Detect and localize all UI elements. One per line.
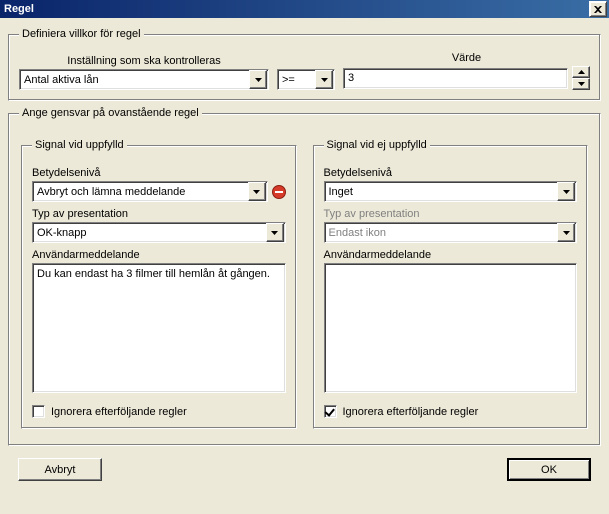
spin-down-button[interactable] bbox=[572, 78, 590, 90]
unfulfilled-message-textarea bbox=[324, 263, 578, 393]
unfulfilled-level-select[interactable]: Inget bbox=[324, 181, 578, 202]
rule-dialog: Regel Definiera villkor för regel Instäl… bbox=[0, 0, 609, 514]
chevron-down-icon bbox=[578, 82, 585, 86]
group-response: Ange gensvar på ovanstående regel Signal… bbox=[8, 107, 601, 446]
chevron-down-icon bbox=[563, 231, 570, 235]
dropdown-button[interactable] bbox=[248, 182, 266, 201]
group-fulfilled: Signal vid uppfylld Betydelsenivå Avbryt… bbox=[21, 139, 297, 429]
operator-spacer bbox=[277, 55, 335, 67]
titlebar: Regel bbox=[0, 0, 609, 18]
value-input-text: 3 bbox=[348, 72, 354, 84]
fulfilled-ignore-label: Ignorera efterföljande regler bbox=[51, 406, 187, 418]
unfulfilled-level-value: Inget bbox=[329, 186, 353, 198]
fulfilled-presentation-select[interactable]: OK-knapp bbox=[32, 222, 286, 243]
fulfilled-level-value: Avbryt och lämna meddelande bbox=[37, 186, 185, 198]
dropdown-button bbox=[557, 223, 575, 242]
dropdown-button[interactable] bbox=[266, 223, 284, 242]
group-define-condition: Definiera villkor för regel Inställning … bbox=[8, 28, 601, 101]
setting-label: Inställning som ska kontrolleras bbox=[19, 55, 269, 67]
value-label: Värde bbox=[343, 52, 590, 64]
dropdown-button[interactable] bbox=[315, 70, 333, 89]
group-define-legend: Definiera villkor för regel bbox=[19, 28, 144, 40]
fulfilled-level-select[interactable]: Avbryt och lämna meddelande bbox=[32, 181, 268, 202]
ok-button[interactable]: OK bbox=[507, 458, 591, 481]
chevron-down-icon bbox=[255, 78, 262, 82]
value-input[interactable]: 3 bbox=[343, 68, 568, 89]
setting-select-value: Antal aktiva lån bbox=[24, 74, 99, 86]
dropdown-button[interactable] bbox=[557, 182, 575, 201]
fulfilled-level-label: Betydelsenivå bbox=[32, 167, 286, 179]
fulfilled-message-textarea[interactable]: Du kan endast ha 3 filmer till hemlån åt… bbox=[32, 263, 286, 393]
group-response-legend: Ange gensvar på ovanstående regel bbox=[19, 107, 202, 119]
dropdown-button[interactable] bbox=[249, 70, 267, 89]
stop-icon bbox=[272, 185, 286, 199]
group-unfulfilled-legend: Signal vid ej uppfylld bbox=[324, 139, 430, 151]
chevron-up-icon bbox=[578, 70, 585, 74]
chevron-down-icon bbox=[563, 190, 570, 194]
unfulfilled-presentation-label: Typ av presentation bbox=[324, 208, 578, 220]
unfulfilled-presentation-select: Endast ikon bbox=[324, 222, 578, 243]
unfulfilled-ignore-label: Ignorera efterföljande regler bbox=[343, 406, 479, 418]
group-unfulfilled: Signal vid ej uppfylld Betydelsenivå Ing… bbox=[313, 139, 589, 429]
cancel-button[interactable]: Avbryt bbox=[18, 458, 102, 481]
chevron-down-icon bbox=[271, 231, 278, 235]
operator-select[interactable]: >= bbox=[277, 69, 335, 90]
cancel-button-label: Avbryt bbox=[45, 464, 76, 476]
close-button[interactable] bbox=[589, 1, 607, 17]
spin-up-button[interactable] bbox=[572, 66, 590, 78]
fulfilled-message-label: Användarmeddelande bbox=[32, 249, 286, 261]
value-spinner bbox=[572, 66, 590, 90]
chevron-down-icon bbox=[321, 78, 328, 82]
group-fulfilled-legend: Signal vid uppfylld bbox=[32, 139, 127, 151]
fulfilled-ignore-checkbox[interactable] bbox=[32, 405, 45, 418]
fulfilled-presentation-label: Typ av presentation bbox=[32, 208, 286, 220]
fulfilled-message-text: Du kan endast ha 3 filmer till hemlån åt… bbox=[37, 268, 270, 280]
setting-select[interactable]: Antal aktiva lån bbox=[19, 69, 269, 90]
chevron-down-icon bbox=[253, 190, 260, 194]
close-icon bbox=[594, 6, 602, 13]
unfulfilled-ignore-checkbox[interactable] bbox=[324, 405, 337, 418]
unfulfilled-message-label: Användarmeddelande bbox=[324, 249, 578, 261]
fulfilled-presentation-value: OK-knapp bbox=[37, 227, 87, 239]
ok-button-label: OK bbox=[541, 464, 557, 476]
window-title: Regel bbox=[4, 0, 34, 18]
unfulfilled-level-label: Betydelsenivå bbox=[324, 167, 578, 179]
unfulfilled-presentation-value: Endast ikon bbox=[329, 227, 386, 239]
operator-select-value: >= bbox=[282, 74, 295, 86]
